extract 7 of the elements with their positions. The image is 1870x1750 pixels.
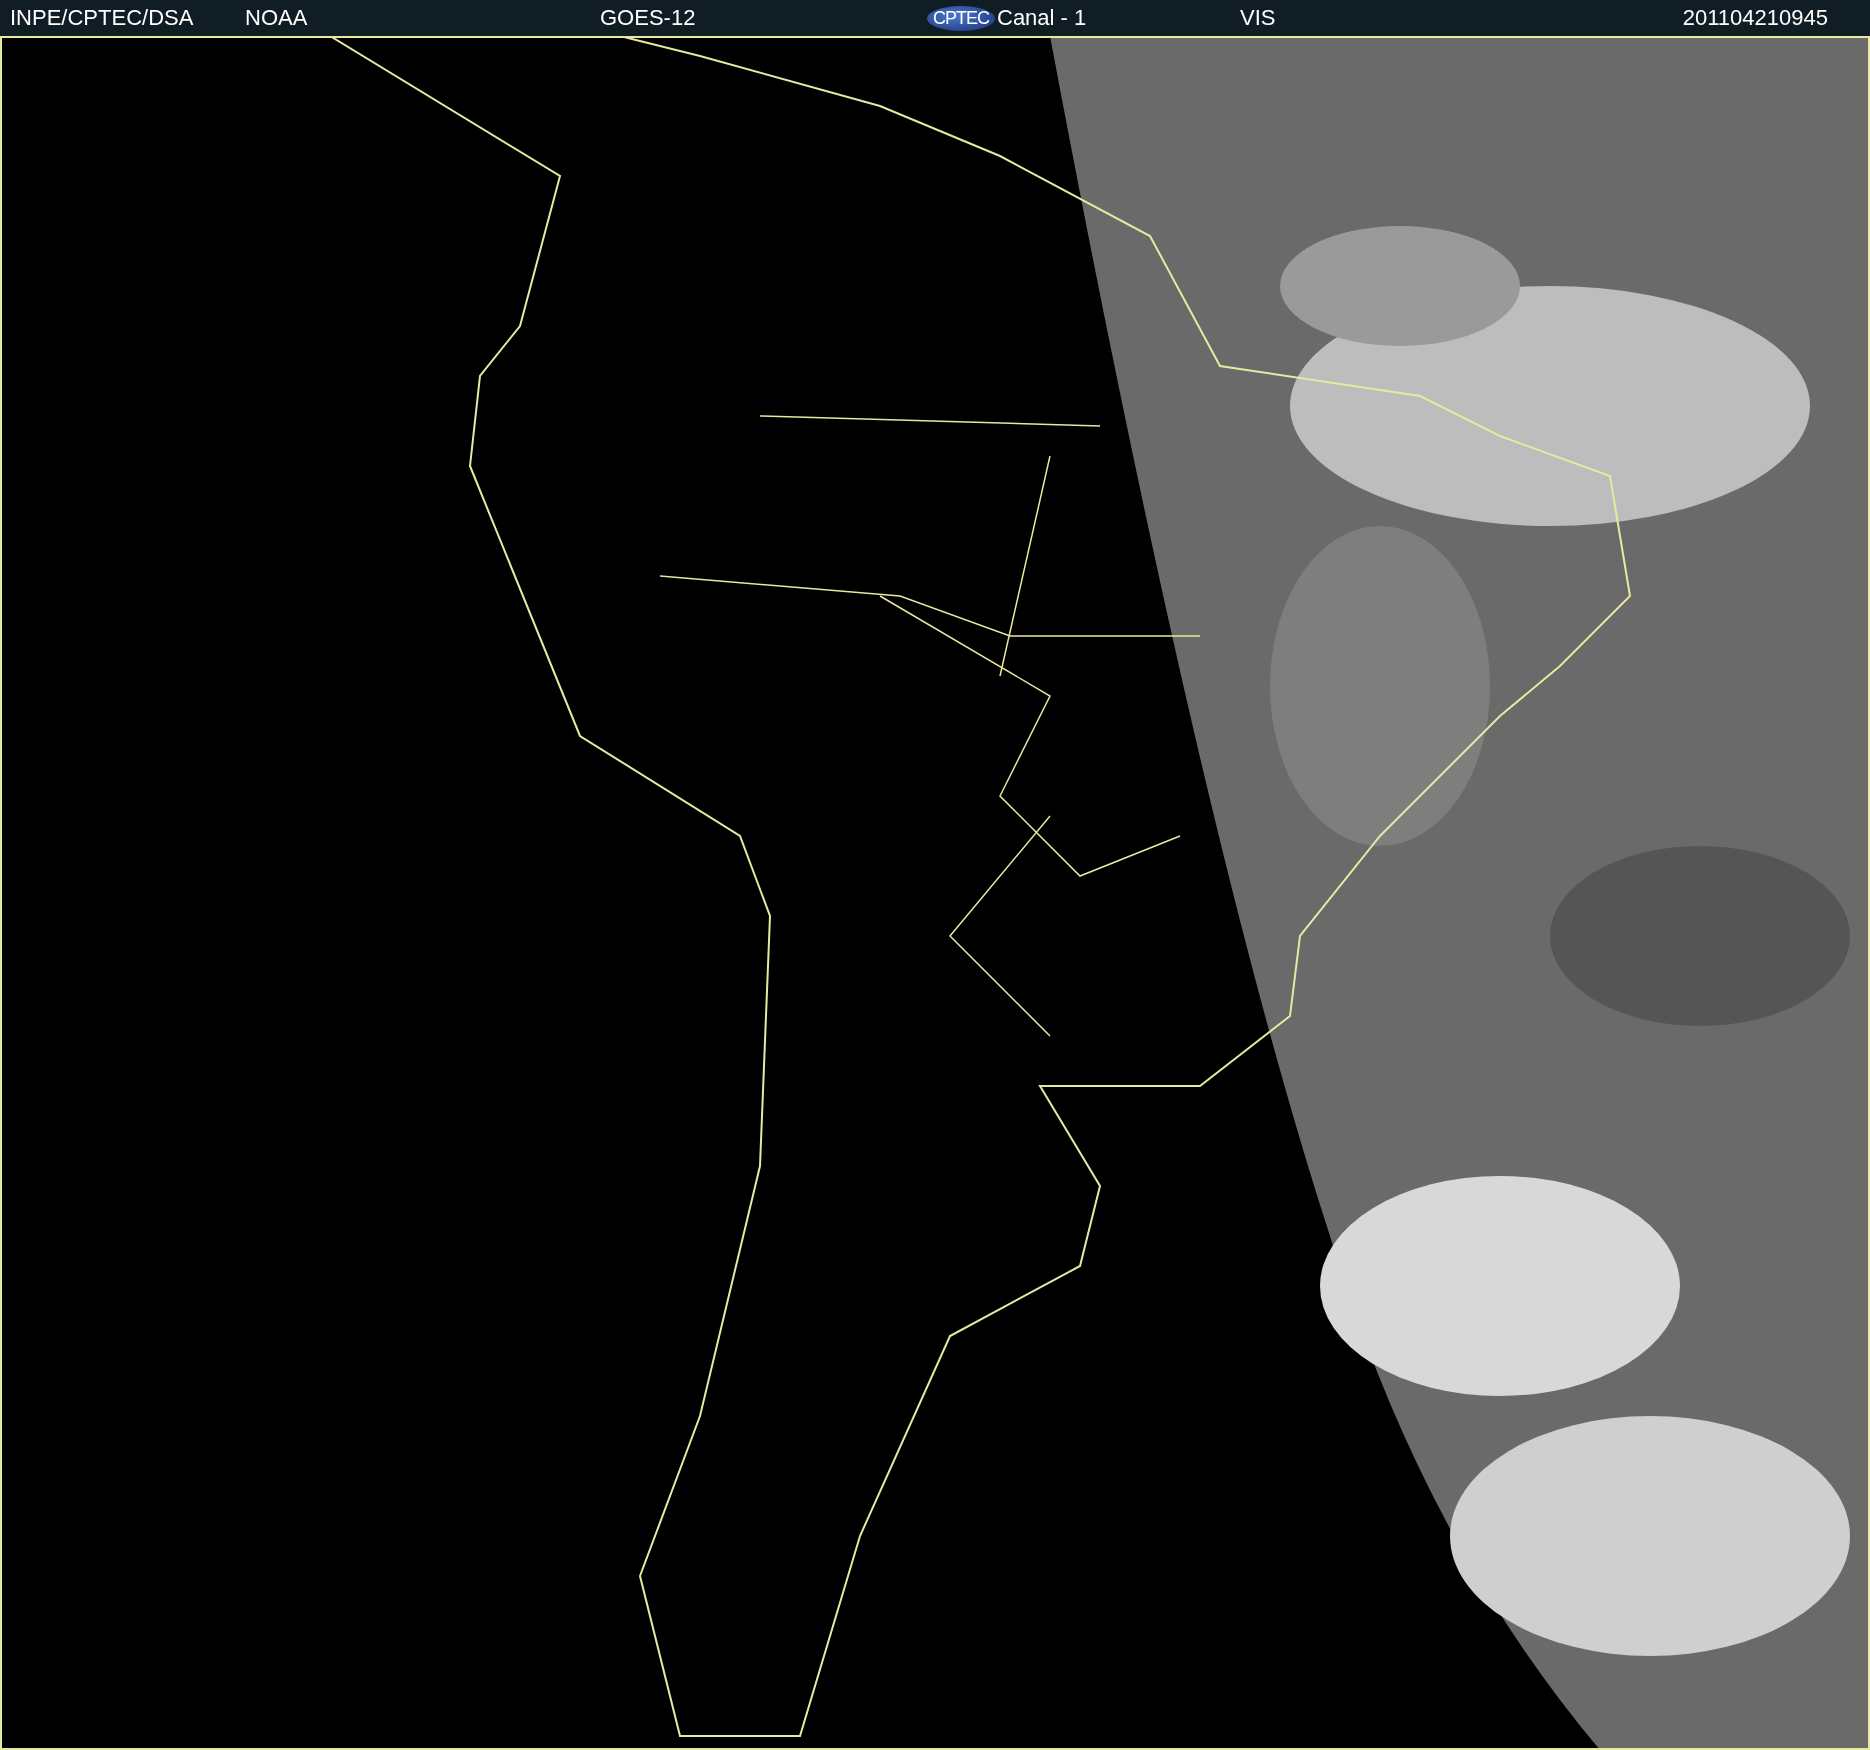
logo: CPTEC <box>927 5 995 31</box>
header-label: VIS <box>1240 5 1276 31</box>
header-label: Canal - 1 <box>997 5 1087 31</box>
header-label: NOAA <box>245 5 308 31</box>
header-label: INPE/CPTEC/DSA <box>10 5 194 31</box>
header-label: GOES-12 <box>600 5 696 31</box>
header-label: 201104210945 <box>1682 5 1829 31</box>
